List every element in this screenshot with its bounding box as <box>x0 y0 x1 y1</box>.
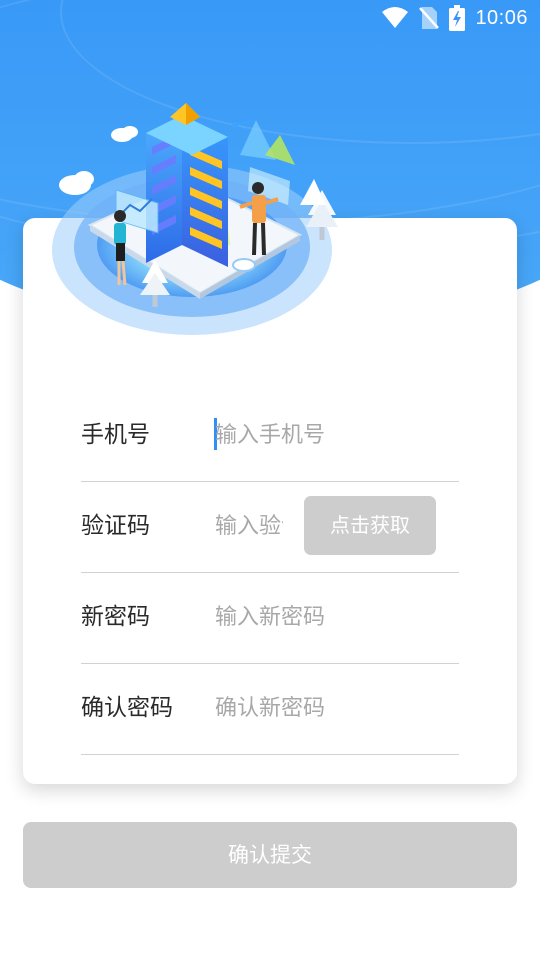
phone-row: 手机号 <box>81 390 459 482</box>
status-icons: 10:06 <box>381 4 528 32</box>
submit-button[interactable]: 确认提交 <box>23 822 517 888</box>
new-password-label: 新密码 <box>81 604 150 630</box>
clock-time: 10:06 <box>475 6 528 29</box>
battery-charging-icon <box>449 5 466 31</box>
confirm-password-label: 确认密码 <box>81 695 173 721</box>
reset-password-screen: 10:06 手机号 输入手机号 验证码 输入验证码 点击获取 新密码 确认密码 … <box>0 0 540 960</box>
get-code-button[interactable]: 点击获取 <box>304 496 436 555</box>
verification-code-input[interactable] <box>215 506 283 546</box>
status-bar: 10:06 <box>0 0 540 36</box>
confirm-password-input[interactable] <box>215 688 445 728</box>
verification-code-row: 验证码 点击获取 <box>81 481 459 573</box>
confirm-password-row: 确认密码 <box>81 663 459 755</box>
new-password-row: 新密码 <box>81 572 459 664</box>
no-sim-icon <box>419 7 440 29</box>
new-password-input[interactable] <box>215 597 445 637</box>
phone-label: 手机号 <box>81 422 150 448</box>
wifi-icon <box>382 7 409 28</box>
verification-code-label: 验证码 <box>81 513 150 539</box>
smart-city-illustration <box>52 103 338 335</box>
phone-input[interactable] <box>215 415 445 455</box>
